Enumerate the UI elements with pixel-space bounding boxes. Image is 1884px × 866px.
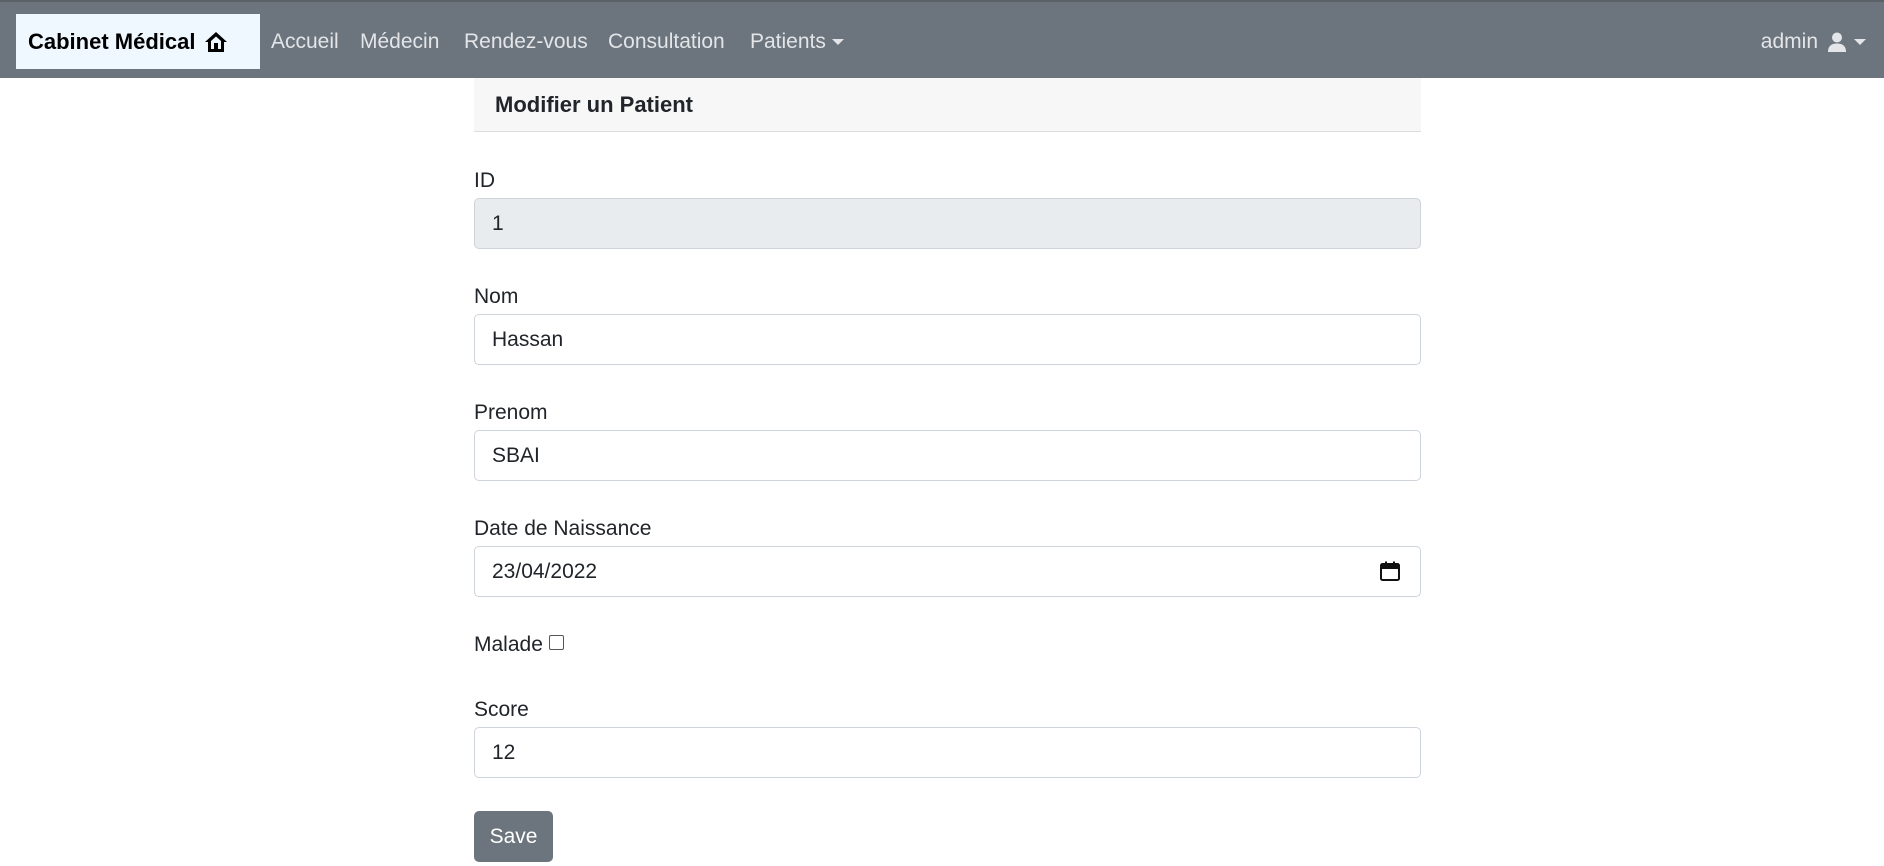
id-label: ID <box>474 169 495 192</box>
prenom-label: Prenom <box>474 401 548 424</box>
chevron-down-icon <box>1854 39 1866 45</box>
nav-link-consultation[interactable]: Consultation <box>608 30 725 54</box>
score-field[interactable] <box>474 727 1421 778</box>
nav-link-rendez-vous[interactable]: Rendez-vous <box>464 30 588 54</box>
prenom-field[interactable] <box>474 430 1421 481</box>
save-button[interactable]: Save <box>474 811 553 862</box>
calendar-icon[interactable] <box>1379 560 1401 582</box>
user-icon <box>1828 32 1846 52</box>
brand-link[interactable]: Cabinet Médical <box>16 14 260 69</box>
malade-row: Malade <box>474 633 564 657</box>
nav-link-accueil[interactable]: Accueil <box>271 30 339 54</box>
id-field[interactable] <box>474 198 1421 249</box>
user-name: admin <box>1760 30 1818 53</box>
malade-label: Malade <box>474 633 543 656</box>
chevron-down-icon <box>831 39 844 46</box>
date-naissance-label: Date de Naissance <box>474 517 652 540</box>
home-icon <box>205 31 228 52</box>
nom-field[interactable] <box>474 314 1421 365</box>
user-menu[interactable]: admin <box>1761 30 1866 54</box>
date-naissance-field[interactable] <box>474 546 1421 597</box>
form-title: Modifier un Patient <box>474 78 1421 132</box>
nav-link-patients-label: Patients <box>750 30 826 53</box>
top-navbar: Cabinet Médical Accueil Médecin Rendez-v… <box>0 0 1884 78</box>
nav-link-medecin[interactable]: Médecin <box>360 30 439 54</box>
nav-link-patients[interactable]: Patients <box>750 30 844 54</box>
score-label: Score <box>474 698 529 721</box>
malade-checkbox[interactable] <box>548 634 564 650</box>
brand-label: Cabinet Médical <box>28 28 196 54</box>
nom-label: Nom <box>474 285 519 308</box>
